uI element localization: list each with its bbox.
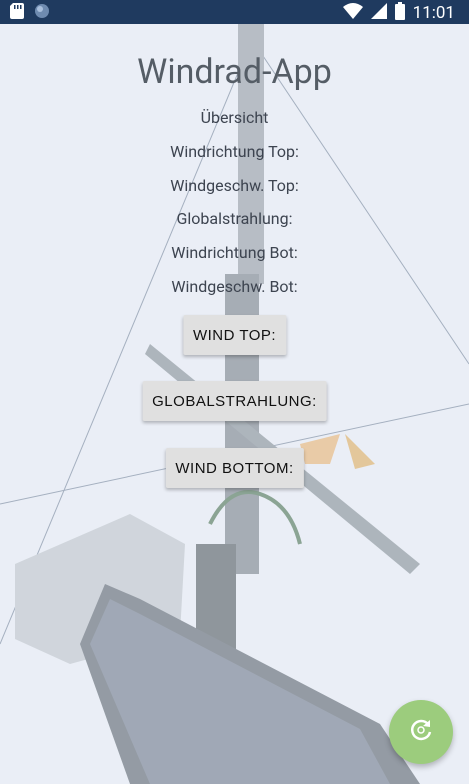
signal-icon bbox=[370, 3, 387, 23]
refresh-icon bbox=[408, 717, 434, 747]
wind-speed-bot-label: Windgeschw. Bot: bbox=[171, 277, 298, 296]
sd-card-icon bbox=[10, 3, 24, 23]
wind-direction-top-label: Windrichtung Top: bbox=[170, 142, 299, 161]
wifi-icon bbox=[342, 3, 363, 23]
main-content: Windrad-App Übersicht Windrichtung Top: … bbox=[0, 24, 469, 784]
status-bar: 11:01 bbox=[0, 0, 469, 24]
circle-icon bbox=[34, 3, 50, 23]
status-time: 11:01 bbox=[412, 3, 455, 23]
wind-speed-top-label: Windgeschw. Top: bbox=[170, 176, 299, 195]
wind-bottom-button[interactable]: WIND BOTTOM: bbox=[165, 448, 304, 488]
global-radiation-button[interactable]: GLOBALSTRAHLUNG: bbox=[142, 381, 327, 421]
overview-label: Übersicht bbox=[200, 108, 269, 127]
battery-icon bbox=[394, 2, 405, 24]
wind-top-button[interactable]: WIND TOP: bbox=[182, 315, 287, 355]
wind-direction-bot-label: Windrichtung Bot: bbox=[171, 243, 298, 262]
app-title: Windrad-App bbox=[137, 52, 332, 92]
global-radiation-label: Globalstrahlung: bbox=[176, 209, 293, 228]
refresh-fab[interactable] bbox=[389, 700, 453, 764]
